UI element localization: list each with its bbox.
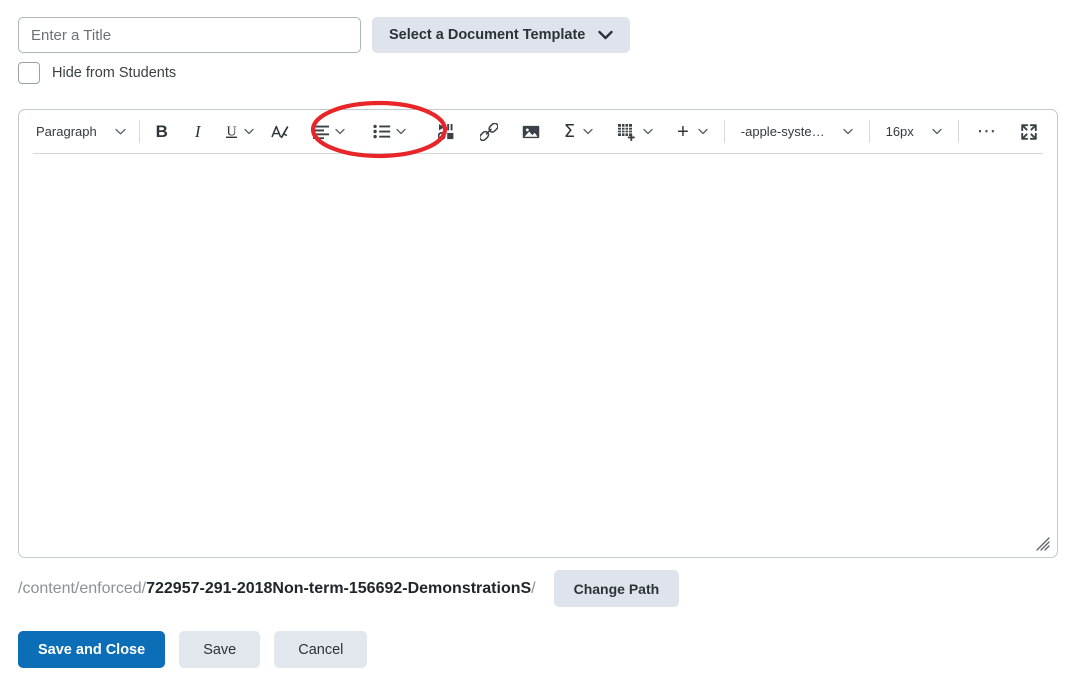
bold-icon: B bbox=[155, 121, 168, 141]
cancel-button[interactable]: Cancel bbox=[274, 631, 368, 668]
toolbar-separator bbox=[957, 120, 959, 143]
toolbar-separator bbox=[868, 120, 870, 143]
insert-stuff-icon bbox=[437, 124, 454, 140]
save-and-close-button[interactable]: Save and Close bbox=[18, 631, 166, 668]
table-dropdown[interactable] bbox=[612, 117, 658, 147]
path-prefix: /content/enforced/ bbox=[18, 579, 147, 597]
path-suffix: / bbox=[531, 579, 536, 597]
chevron-down-icon bbox=[842, 128, 853, 135]
path-row: /content/enforced/722957-291-2018Non-ter… bbox=[18, 570, 680, 607]
toolbar-separator bbox=[723, 120, 725, 143]
plus-icon: + bbox=[677, 120, 689, 143]
font-size-value: 16px bbox=[885, 124, 914, 139]
document-header-row: Select a Document Template bbox=[18, 17, 631, 53]
sigma-icon: Σ bbox=[563, 120, 576, 142]
image-icon bbox=[522, 125, 539, 138]
insert-image-button[interactable] bbox=[517, 117, 545, 147]
expand-icon bbox=[1021, 123, 1037, 140]
chevron-down-icon bbox=[115, 128, 126, 135]
editor-content-area[interactable] bbox=[19, 154, 1057, 557]
select-document-template-button[interactable]: Select a Document Template bbox=[372, 17, 631, 53]
change-path-button[interactable]: Change Path bbox=[553, 570, 680, 607]
chevron-down-icon bbox=[583, 128, 593, 135]
underline-dropdown[interactable]: U bbox=[219, 117, 259, 147]
fullscreen-button[interactable] bbox=[1014, 117, 1044, 147]
font-family-dropdown[interactable]: -apple-syste… bbox=[736, 117, 858, 147]
hide-from-students-row: Hide from Students bbox=[18, 62, 176, 84]
align-left-icon bbox=[312, 125, 329, 139]
bullet-list-icon bbox=[373, 124, 390, 139]
chevron-down-icon bbox=[244, 128, 254, 135]
italic-button[interactable]: I bbox=[183, 117, 213, 147]
ellipsis-icon: ⋯ bbox=[977, 120, 997, 142]
resize-grip-icon[interactable] bbox=[1036, 537, 1050, 551]
insert-dropdown[interactable]: + bbox=[672, 117, 713, 147]
paragraph-style-dropdown[interactable]: Paragraph bbox=[28, 117, 132, 147]
hide-from-students-label: Hide from Students bbox=[52, 65, 177, 81]
align-dropdown[interactable] bbox=[307, 117, 350, 147]
toolbar-separator bbox=[138, 120, 140, 143]
underline-icon: U bbox=[225, 124, 237, 139]
chevron-down-icon bbox=[932, 128, 942, 135]
link-icon bbox=[479, 122, 498, 141]
font-family-value: -apple-syste… bbox=[740, 124, 825, 139]
chevron-down-icon bbox=[335, 128, 345, 135]
bold-button[interactable]: B bbox=[147, 117, 177, 147]
save-button[interactable]: Save bbox=[179, 631, 261, 668]
content-path: /content/enforced/722957-291-2018Non-ter… bbox=[18, 580, 536, 598]
list-dropdown[interactable] bbox=[368, 117, 411, 147]
hide-from-students-checkbox[interactable] bbox=[18, 62, 40, 84]
chevron-down-icon bbox=[698, 128, 708, 135]
editor-toolbar: Paragraph B I U Σ + -apple-syste… 16px ⋯ bbox=[19, 110, 1057, 154]
text-style-icon bbox=[271, 125, 289, 138]
html-editor: Paragraph B I U Σ + -apple-syste… 16px ⋯ bbox=[18, 109, 1058, 558]
chevron-down-icon bbox=[598, 30, 614, 40]
quicklink-button[interactable] bbox=[475, 117, 503, 147]
text-style-button[interactable] bbox=[265, 117, 295, 147]
chevron-down-icon bbox=[396, 128, 406, 135]
template-button-label: Select a Document Template bbox=[389, 27, 586, 43]
equation-dropdown[interactable]: Σ bbox=[559, 117, 598, 147]
chevron-down-icon bbox=[643, 128, 653, 135]
insert-stuff-button[interactable] bbox=[433, 117, 461, 147]
table-add-icon bbox=[618, 123, 636, 141]
title-input[interactable] bbox=[18, 17, 361, 53]
font-size-dropdown[interactable]: 16px bbox=[881, 117, 947, 147]
footer-actions: Save and Close Save Cancel bbox=[18, 631, 368, 668]
path-main: 722957-291-2018Non-term-156692-Demonstra… bbox=[146, 579, 532, 597]
italic-icon: I bbox=[194, 121, 201, 141]
more-options-button[interactable]: ⋯ bbox=[972, 117, 1002, 147]
paragraph-style-label: Paragraph bbox=[36, 124, 97, 139]
